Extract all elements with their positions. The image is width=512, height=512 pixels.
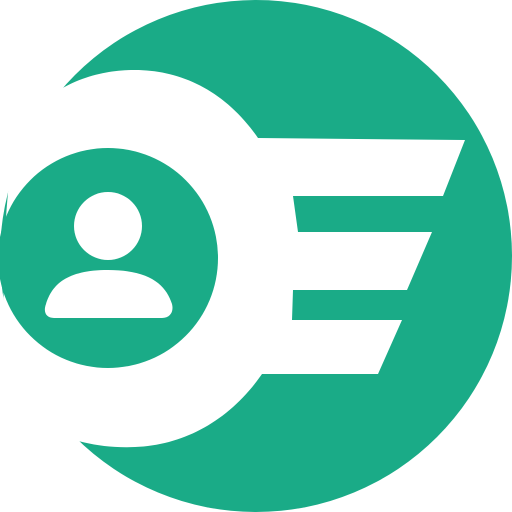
user-head [74, 192, 142, 260]
app-icon-canvas [0, 0, 512, 512]
user-speed-logo-icon [0, 0, 512, 512]
